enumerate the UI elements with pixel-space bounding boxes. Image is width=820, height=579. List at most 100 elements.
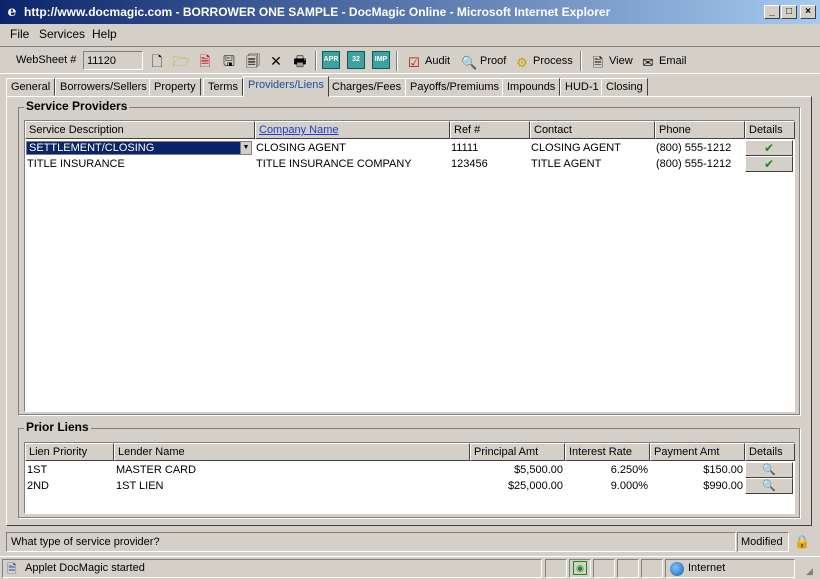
column-lien-priority[interactable]: Lien Priority xyxy=(25,443,114,461)
cell-contact[interactable]: TITLE AGENT xyxy=(529,156,653,172)
security-zone: Internet xyxy=(665,559,795,578)
modified-indicator: Modified xyxy=(737,532,789,552)
service-description-select[interactable]: SETTLEMENT/CLOSING ▼ xyxy=(26,141,252,155)
column-phone[interactable]: Phone xyxy=(655,121,745,139)
menu-bar: File Services Help xyxy=(0,24,820,44)
ie-icon: e xyxy=(7,4,17,20)
email-button[interactable]: ✉ Email xyxy=(640,52,687,70)
view-document-icon: 🗎 xyxy=(592,55,604,70)
delete-icon[interactable]: ✕ xyxy=(267,52,285,70)
tab-terms[interactable]: Terms xyxy=(203,78,243,96)
cell-principal-amt[interactable]: $5,500.00 xyxy=(470,462,565,478)
cell-lender-name[interactable]: 1ST LIEN xyxy=(114,478,464,494)
maximize-button[interactable]: □ xyxy=(781,5,797,19)
column-contact[interactable]: Contact xyxy=(530,121,655,139)
cell-interest-rate[interactable]: 6.250% xyxy=(565,462,650,478)
impound-icon[interactable]: IMP xyxy=(372,51,390,69)
title-bar: e http://www.docmagic.com - BORROWER ONE… xyxy=(0,0,820,24)
column-company-name[interactable]: Company Name xyxy=(255,121,450,139)
cell-company[interactable]: CLOSING AGENT xyxy=(254,140,448,156)
menu-file[interactable]: File xyxy=(10,27,29,41)
resize-grip-icon[interactable]: ◢ xyxy=(806,565,818,577)
cell-description[interactable]: TITLE INSURANCE xyxy=(25,156,253,172)
column-ref[interactable]: Ref # xyxy=(450,121,530,139)
magnifier-icon: 🔍 xyxy=(762,464,776,476)
column-lender-name[interactable]: Lender Name xyxy=(114,443,470,461)
details-button[interactable]: 🔍 xyxy=(745,462,793,478)
window-title: http://www.docmagic.com - BORROWER ONE S… xyxy=(24,5,611,19)
tab-hud-1[interactable]: HUD-1 xyxy=(560,78,604,96)
apr-calc-icon[interactable]: APR xyxy=(322,51,340,69)
cell-phone[interactable]: (800) 555-1212 xyxy=(654,140,744,156)
applet-status-text: Applet DocMagic started xyxy=(25,562,145,574)
cell-lien-priority[interactable]: 1ST xyxy=(25,462,113,478)
email-icon: ✉ xyxy=(642,55,654,70)
websheet-input[interactable] xyxy=(83,51,143,70)
save-as-icon[interactable]: 🗐 xyxy=(244,52,262,70)
column-interest-rate[interactable]: Interest Rate xyxy=(565,443,650,461)
tab-property[interactable]: Property xyxy=(149,78,201,96)
service-providers-table: Service Description Company Name Ref # C… xyxy=(24,120,795,412)
tab-payoffs-premiums[interactable]: Payoffs/Premiums xyxy=(405,78,505,96)
details-button[interactable]: 🔍 xyxy=(745,478,793,494)
hint-status: What type of service provider? xyxy=(6,532,736,552)
details-button[interactable]: ✔ xyxy=(745,156,793,172)
details-button[interactable]: ✔ xyxy=(745,140,793,156)
status-pane: ◉ xyxy=(569,559,591,578)
security-zone-label: Internet xyxy=(688,562,726,574)
chevron-down-icon[interactable]: ▼ xyxy=(240,142,251,154)
proof-button[interactable]: 🔍 Proof xyxy=(461,52,506,70)
column-principal-amt[interactable]: Principal Amt xyxy=(470,443,565,461)
column-service-description[interactable]: Service Description xyxy=(25,121,255,139)
lock-icon: 🔒 xyxy=(794,534,811,549)
cell-payment-amt[interactable]: $990.00 xyxy=(650,478,745,494)
cell-phone[interactable]: (800) 555-1212 xyxy=(654,156,744,172)
audit-button[interactable]: ☑ Audit xyxy=(406,52,450,70)
cell-principal-amt[interactable]: $25,000.00 xyxy=(470,478,565,494)
view-button[interactable]: 🗎 View xyxy=(590,52,633,70)
tab-borrowers-sellers[interactable]: Borrowers/Sellers xyxy=(55,78,152,96)
toolbar-separator xyxy=(580,51,582,71)
print-icon[interactable]: 🖶 xyxy=(291,52,309,70)
service-providers-title: Service Providers xyxy=(24,99,130,113)
cell-lender-name[interactable]: MASTER CARD xyxy=(114,462,464,478)
check-icon: ✔ xyxy=(763,141,775,155)
import-icon[interactable]: 🗎 xyxy=(196,52,214,70)
tab-charges-fees[interactable]: Charges/Fees xyxy=(327,78,407,96)
email-label: Email xyxy=(659,55,687,67)
save-icon[interactable]: 🖫 xyxy=(220,52,238,70)
menu-services[interactable]: Services xyxy=(39,27,85,41)
process-label: Process xyxy=(533,55,573,67)
close-button[interactable]: × xyxy=(800,5,816,19)
open-folder-icon[interactable]: 🗁 xyxy=(172,52,190,70)
tab-general[interactable]: General xyxy=(6,78,56,96)
minimize-button[interactable]: _ xyxy=(764,5,780,19)
process-button[interactable]: ⚙ Process xyxy=(514,52,573,70)
cell-payment-amt[interactable]: $150.00 xyxy=(650,462,745,478)
tab-providers-liens[interactable]: Providers/Liens xyxy=(243,76,329,97)
cell-company[interactable]: TITLE INSURANCE COMPANY xyxy=(254,156,448,172)
proof-label: Proof xyxy=(480,55,507,67)
tab-closing[interactable]: Closing xyxy=(601,78,648,96)
providers-liens-panel: Service Providers Service Description Co… xyxy=(6,96,812,526)
menu-help[interactable]: Help xyxy=(92,27,117,41)
cell-lien-priority[interactable]: 2ND xyxy=(25,478,113,494)
audit-label: Audit xyxy=(425,55,451,67)
cell-interest-rate[interactable]: 9.000% xyxy=(565,478,650,494)
cell-ref[interactable]: 11111 xyxy=(449,140,529,156)
section32-icon[interactable]: 32 xyxy=(347,51,365,69)
view-label: View xyxy=(609,55,633,67)
column-details: Details xyxy=(745,121,795,139)
new-document-icon[interactable]: 🗋 xyxy=(148,52,166,70)
cell-ref[interactable]: 123456 xyxy=(449,156,529,172)
check-icon: ✔ xyxy=(763,157,775,171)
globe-icon xyxy=(670,562,684,576)
page-icon: 🗎 xyxy=(7,562,17,576)
tab-impounds[interactable]: Impounds xyxy=(502,78,561,96)
status-pane xyxy=(545,559,567,578)
cell-contact[interactable]: CLOSING AGENT xyxy=(529,140,653,156)
service-description-value: SETTLEMENT/CLOSING xyxy=(29,142,155,154)
prior-liens-table: Lien Priority Lender Name Principal Amt … xyxy=(24,442,795,514)
column-payment-amt[interactable]: Payment Amt xyxy=(650,443,745,461)
magnifier-icon: 🔍 xyxy=(762,480,776,492)
